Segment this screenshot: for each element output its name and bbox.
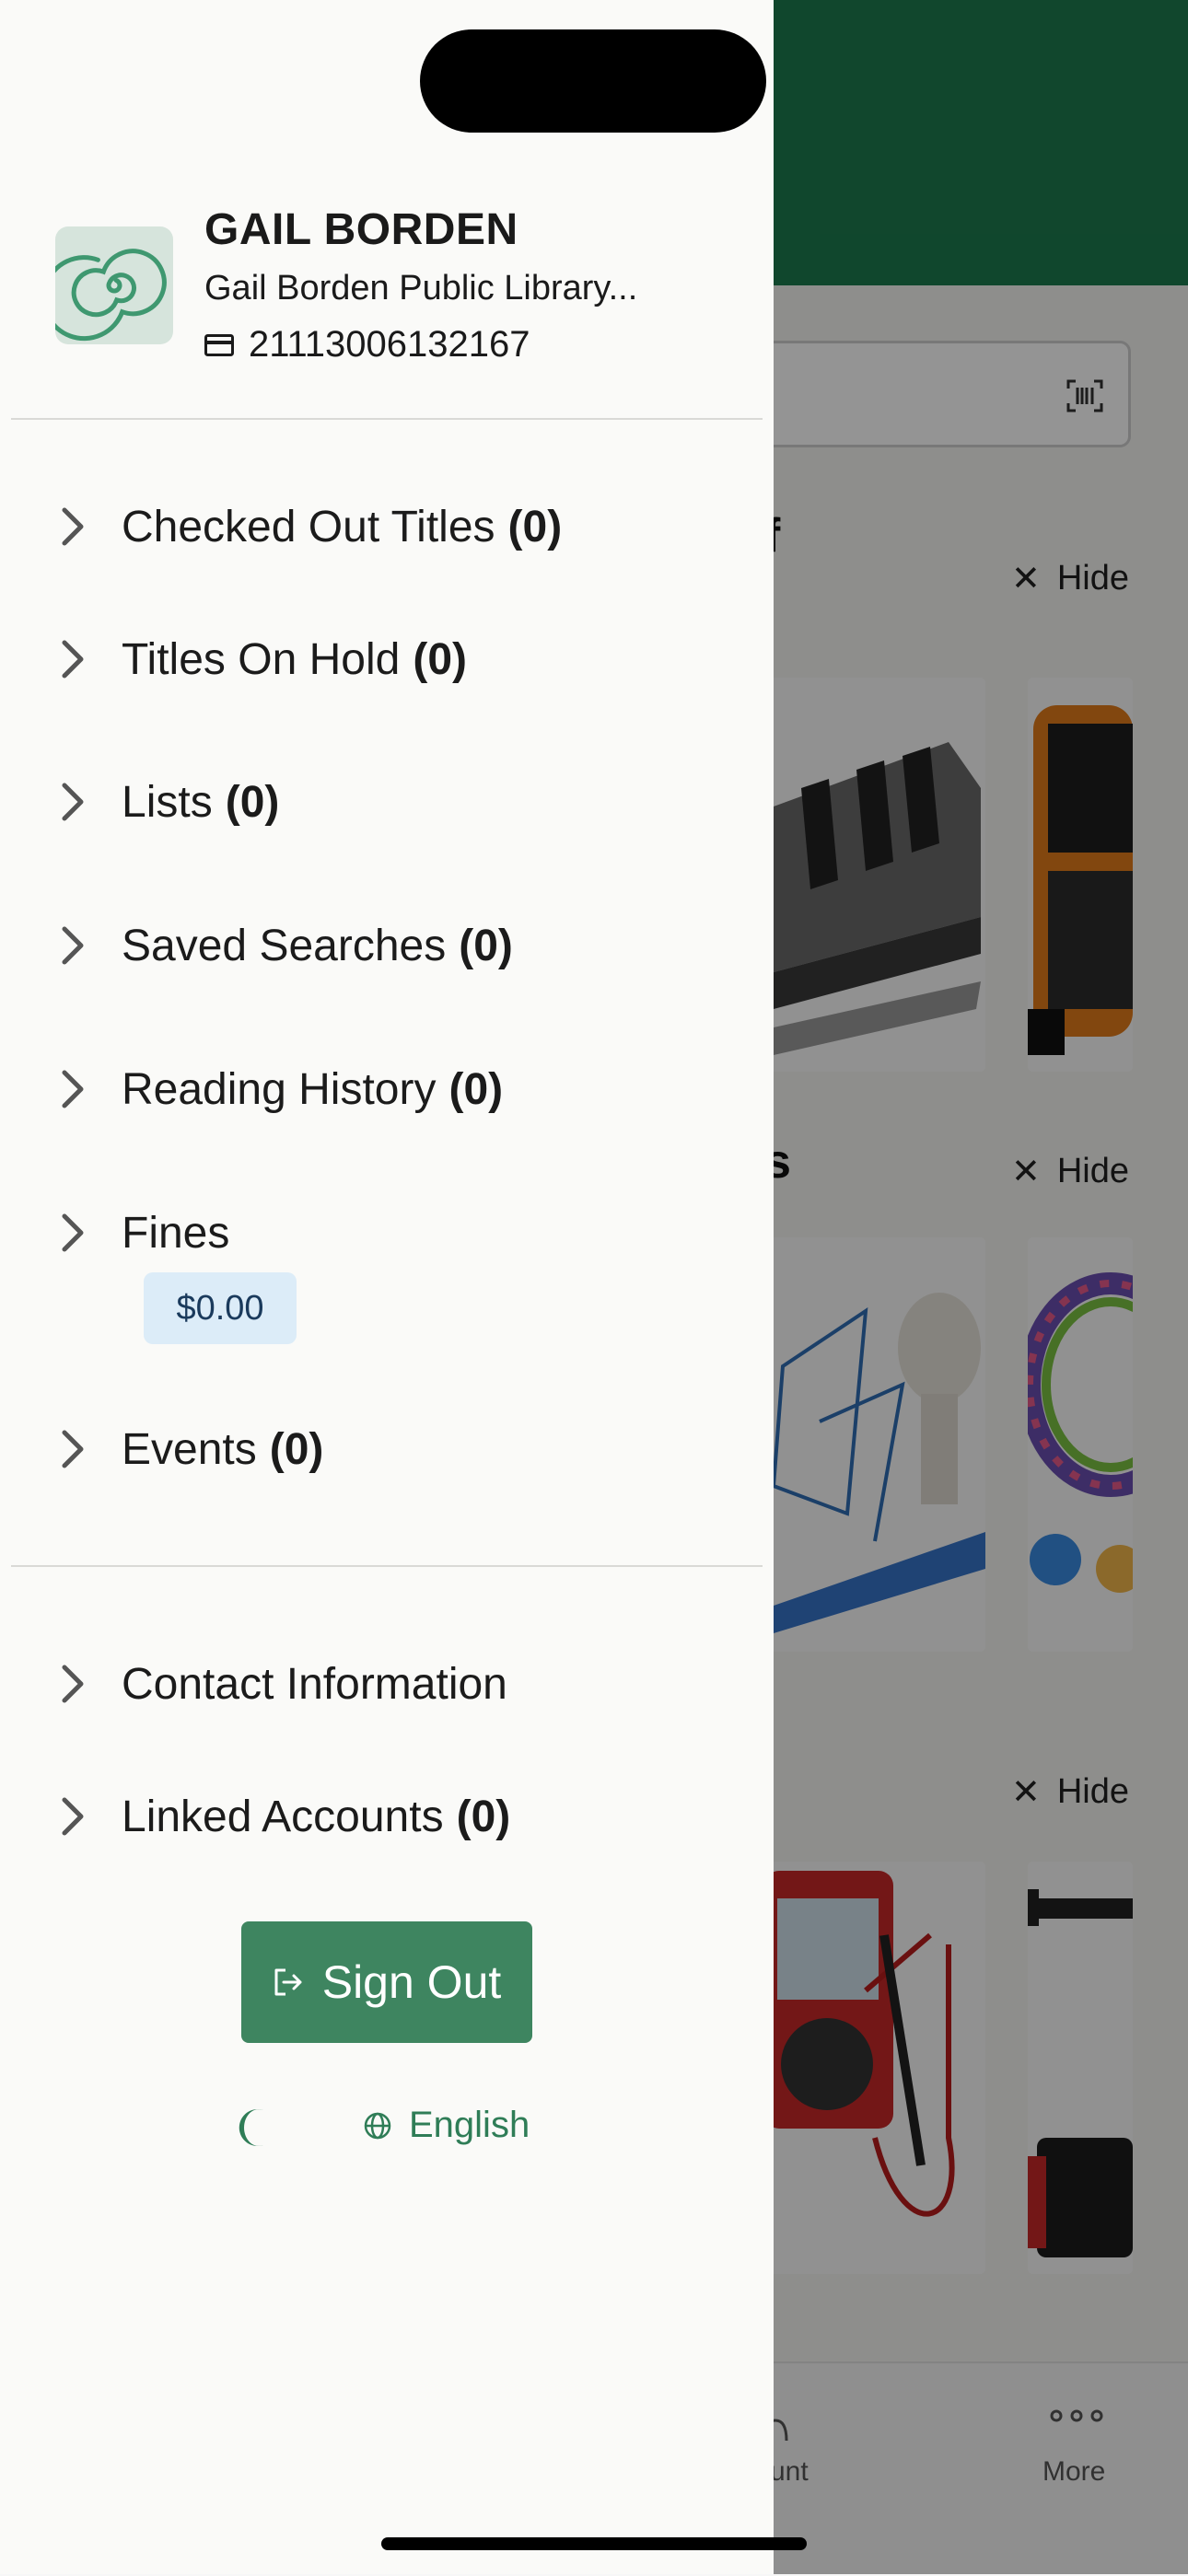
sign-out-icon bbox=[274, 1968, 302, 1996]
menu-label: Contact Information bbox=[122, 1659, 507, 1709]
menu-count: (0) bbox=[448, 1064, 504, 1114]
library-card-number: 21113006132167 bbox=[249, 324, 530, 365]
language-selector[interactable]: English bbox=[363, 2105, 530, 2146]
profile-name: GAIL BORDEN bbox=[204, 205, 518, 254]
menu-titles-on-hold[interactable]: Titles On Hold (0) bbox=[55, 618, 718, 701]
menu-label: Checked Out Titles bbox=[122, 502, 495, 551]
menu-count: (0) bbox=[507, 502, 563, 551]
menu-linked-accounts[interactable]: Linked Accounts (0) bbox=[55, 1775, 718, 1858]
globe-icon bbox=[364, 2112, 391, 2139]
chevron-right-icon bbox=[62, 1070, 84, 1108]
menu-contact-information[interactable]: Contact Information bbox=[55, 1642, 718, 1725]
divider bbox=[11, 418, 763, 420]
menu-count: (0) bbox=[269, 1424, 324, 1474]
chevron-right-icon bbox=[62, 507, 84, 546]
chevron-right-icon bbox=[62, 1430, 84, 1468]
divider bbox=[11, 1565, 763, 1567]
library-name: Gail Borden Public Library... bbox=[204, 269, 638, 307]
fines-amount-badge: $0.00 bbox=[144, 1272, 297, 1344]
menu-count: (0) bbox=[456, 1792, 511, 1841]
menu-label: Reading History bbox=[122, 1064, 437, 1114]
dark-mode-moon-icon[interactable] bbox=[238, 2108, 274, 2147]
chevron-right-icon bbox=[62, 926, 84, 965]
menu-fines[interactable]: Fines bbox=[55, 1191, 718, 1274]
chevron-right-icon bbox=[62, 1213, 84, 1252]
menu-count: (0) bbox=[459, 921, 513, 970]
language-label: English bbox=[409, 2105, 530, 2145]
chevron-right-icon bbox=[62, 1797, 84, 1836]
dynamic-island bbox=[420, 29, 766, 133]
menu-count: (0) bbox=[225, 777, 280, 827]
chevron-right-icon bbox=[62, 1665, 84, 1703]
menu-label: Events bbox=[122, 1424, 257, 1474]
sign-out-label: Sign Out bbox=[321, 1956, 502, 2008]
library-logo bbox=[41, 226, 173, 344]
account-drawer: GAIL BORDEN Gail Borden Public Library..… bbox=[0, 0, 774, 2574]
chevron-right-icon bbox=[62, 640, 84, 679]
home-indicator[interactable] bbox=[381, 2537, 807, 2550]
menu-saved-searches[interactable]: Saved Searches (0) bbox=[55, 904, 718, 987]
menu-events[interactable]: Events (0) bbox=[55, 1408, 718, 1491]
menu-checked-out-titles[interactable]: Checked Out Titles (0) bbox=[55, 485, 718, 568]
library-card-row: 21113006132167 bbox=[204, 324, 530, 366]
menu-label: Fines bbox=[122, 1208, 230, 1258]
credit-card-icon bbox=[204, 333, 234, 356]
menu-label: Titles On Hold bbox=[122, 634, 401, 684]
menu-count: (0) bbox=[413, 634, 467, 684]
sign-out-button[interactable]: Sign Out bbox=[241, 1921, 532, 2043]
menu-reading-history[interactable]: Reading History (0) bbox=[55, 1048, 718, 1131]
menu-label: Saved Searches bbox=[122, 921, 447, 970]
chevron-right-icon bbox=[62, 783, 84, 821]
menu-label: Lists bbox=[122, 777, 213, 827]
menu-label: Linked Accounts bbox=[122, 1792, 444, 1841]
menu-lists[interactable]: Lists (0) bbox=[55, 760, 718, 843]
